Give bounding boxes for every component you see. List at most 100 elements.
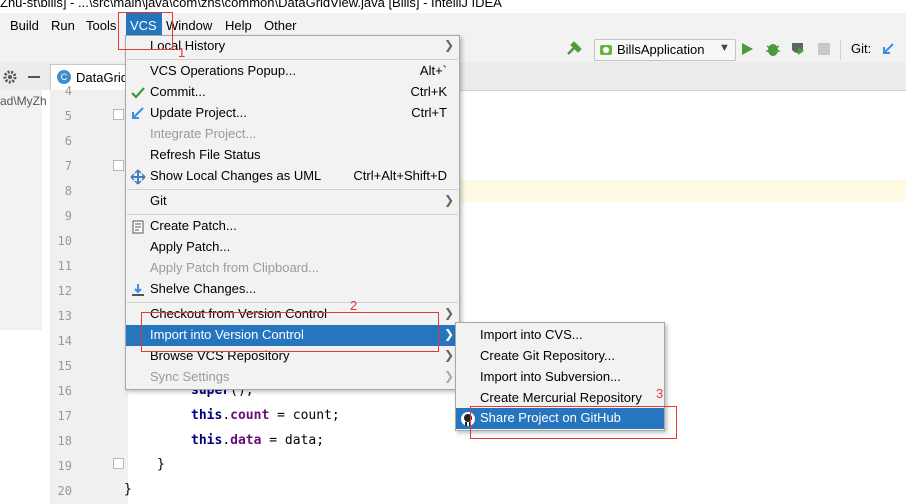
menu-item-sync-settings: Sync Settings ❯: [126, 367, 459, 388]
menu-item-shortcut: Ctrl+Alt+Shift+D: [353, 168, 447, 183]
project-panel-strip: [0, 90, 42, 330]
line-number: 10: [57, 234, 72, 248]
line-number: 19: [57, 459, 72, 473]
spring-boot-icon: [599, 42, 615, 58]
fold-marker-icon[interactable]: [113, 109, 124, 120]
run-icon[interactable]: [740, 42, 754, 56]
git-update-arrow-icon[interactable]: [880, 41, 896, 57]
menu-build[interactable]: Build: [8, 13, 46, 38]
minimize-icon[interactable]: [28, 76, 40, 78]
menu-item-label: Git: [150, 193, 167, 208]
menu-item-local-history[interactable]: Local History ❯: [126, 36, 459, 57]
line-number: 18: [57, 434, 72, 448]
annotation-number-3: 3: [656, 386, 664, 401]
menu-item-integrate-project: Integrate Project...: [126, 124, 459, 145]
annotation-box-2: [141, 312, 439, 352]
line-number: 12: [57, 284, 72, 298]
git-label: Git:: [851, 41, 872, 56]
project-breadcrumb: ad\MyZh: [0, 94, 47, 108]
menu-run[interactable]: Run: [50, 13, 77, 38]
code-keyword: this: [191, 408, 223, 423]
window-title: Zhu-st\bills] - ...\src\main\java\com\zh…: [0, 0, 502, 10]
menu-item-label: Create Mercurial Repository: [480, 390, 642, 405]
submenu-arrow-icon: ❯: [443, 348, 454, 362]
submenu-arrow-icon: ❯: [443, 38, 454, 52]
stop-icon[interactable]: [818, 43, 830, 55]
submenu-arrow-icon: ❯: [443, 193, 454, 207]
menu-item-shortcut: Ctrl+T: [411, 105, 447, 120]
menu-item-label: VCS Operations Popup...: [150, 63, 296, 78]
code-field: count: [230, 408, 270, 423]
code-text: .: [222, 408, 231, 423]
menu-item-create-patch[interactable]: Create Patch...: [126, 216, 459, 237]
line-number: 16: [57, 384, 72, 398]
menu-item-label: Commit...: [150, 84, 206, 99]
line-number: 13: [57, 309, 72, 323]
menu-item-label: Refresh File Status: [150, 147, 261, 162]
menu-item-apply-patch[interactable]: Apply Patch...: [126, 237, 459, 258]
menu-separator: [127, 59, 458, 60]
coverage-shield-icon[interactable]: [790, 41, 806, 57]
menu-item-git[interactable]: Git ❯: [126, 191, 459, 212]
menu-item-commit[interactable]: Commit... Ctrl+K: [126, 82, 459, 103]
code-text: = data;: [261, 433, 325, 448]
menu-item-import-into-subversion[interactable]: Import into Subversion...: [456, 367, 664, 388]
checkmark-icon: [130, 85, 146, 101]
annotation-box-1: [118, 12, 173, 50]
patch-icon: [130, 219, 146, 235]
menu-item-label: Import into Subversion...: [480, 369, 621, 384]
menu-item-vcs-operations-popup[interactable]: VCS Operations Popup... Alt+`: [126, 61, 459, 82]
code-line-17: this.count = count;: [191, 408, 340, 423]
line-number: 9: [64, 209, 72, 223]
line-number: 7: [64, 159, 72, 173]
code-keyword: this: [191, 433, 223, 448]
uml-icon: [130, 169, 146, 185]
line-number: 11: [57, 259, 72, 273]
line-number: 5: [64, 109, 72, 123]
run-config-label: BillsApplication: [617, 42, 705, 57]
menu-item-label: Integrate Project...: [150, 126, 257, 141]
line-number: 6: [64, 134, 72, 148]
submenu-arrow-icon: ❯: [443, 327, 454, 341]
code-text: .: [222, 433, 231, 448]
fold-marker-icon[interactable]: [113, 160, 124, 171]
menu-separator: [127, 189, 458, 190]
menu-item-label: Import into CVS...: [480, 327, 583, 342]
menu-item-refresh-file-status[interactable]: Refresh File Status: [126, 145, 459, 166]
debug-bug-icon[interactable]: [765, 41, 781, 57]
menu-tools[interactable]: Tools: [85, 13, 122, 38]
submenu-arrow-icon: ❯: [443, 306, 454, 320]
line-number: 15: [57, 359, 72, 373]
line-number: 8: [64, 184, 72, 198]
menu-item-show-local-changes-uml[interactable]: Show Local Changes as UML Ctrl+Alt+Shift…: [126, 166, 459, 187]
line-number: 4: [64, 84, 72, 98]
fold-marker-icon[interactable]: [113, 458, 124, 469]
build-hammer-icon[interactable]: [565, 40, 583, 58]
code-field: data: [230, 433, 262, 448]
run-configuration-select[interactable]: BillsApplication ▼: [594, 39, 736, 61]
code-line-18: this.data = data;: [191, 433, 324, 448]
line-number: 17: [57, 409, 72, 423]
chevron-down-icon: ▼: [719, 42, 730, 54]
line-number: 20: [57, 484, 72, 498]
annotation-number-2: 2: [350, 298, 358, 313]
menu-item-shelve-changes[interactable]: Shelve Changes...: [126, 279, 459, 300]
menu-item-label: Create Git Repository...: [480, 348, 615, 363]
toolbar-divider: [840, 40, 841, 60]
menu-item-create-git-repository[interactable]: Create Git Repository...: [456, 346, 664, 367]
gear-icon[interactable]: [2, 69, 18, 85]
menu-item-shortcut: Alt+`: [419, 63, 447, 78]
line-number: 14: [57, 334, 72, 348]
shelve-icon: [130, 282, 146, 298]
menu-item-label: Create Patch...: [150, 218, 237, 233]
java-class-icon: C: [57, 70, 71, 84]
menu-item-label: Apply Patch from Clipboard...: [150, 260, 320, 275]
menu-item-apply-patch-clipboard: Apply Patch from Clipboard...: [126, 258, 459, 279]
menu-separator: [127, 214, 458, 215]
menu-item-label: Apply Patch...: [150, 239, 231, 254]
menu-item-label: Shelve Changes...: [150, 281, 257, 296]
menu-item-label: Show Local Changes as UML: [150, 168, 322, 183]
menu-separator: [127, 302, 458, 303]
menu-item-update-project[interactable]: Update Project... Ctrl+T: [126, 103, 459, 124]
menu-item-import-into-cvs[interactable]: Import into CVS...: [456, 325, 664, 346]
